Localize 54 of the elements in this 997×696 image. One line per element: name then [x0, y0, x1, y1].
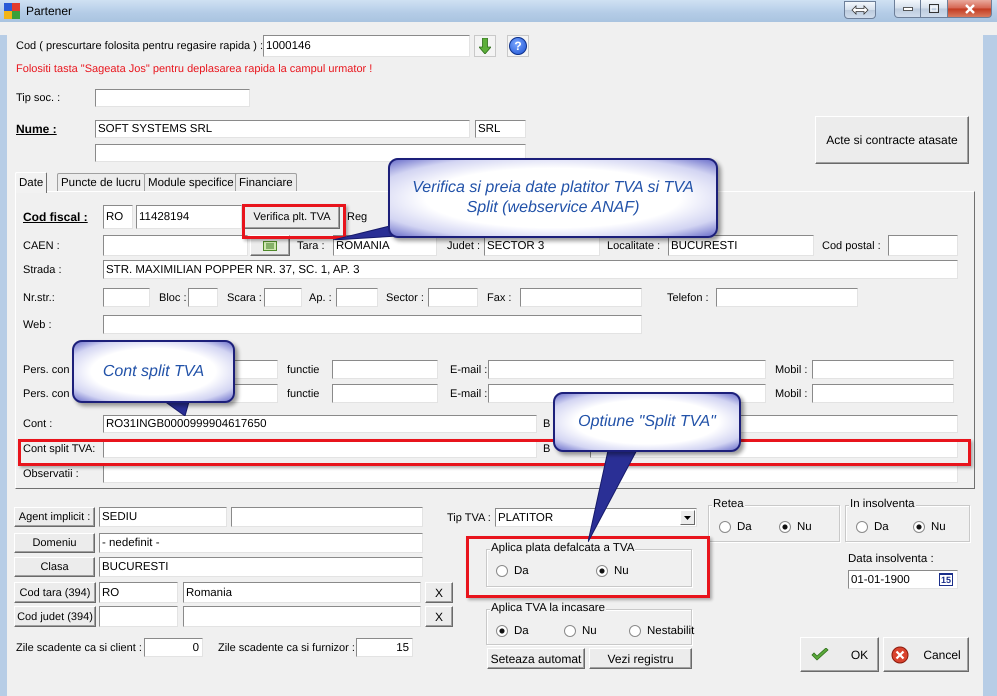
field-label: B	[543, 443, 550, 455]
field-label: E-mail :	[450, 388, 488, 400]
field-label: Pers. con	[23, 364, 70, 376]
field-label: Judet :	[447, 240, 480, 252]
field-label: Web :	[23, 318, 52, 330]
field-label: functie	[287, 364, 320, 376]
field-label: CAEN :	[23, 240, 60, 252]
field-label: Cont split TVA:	[23, 443, 96, 455]
field-label: B	[543, 418, 550, 430]
field-label: E-mail :	[450, 364, 488, 376]
radio-label: Nu	[614, 565, 629, 577]
field-label: Mobil :	[775, 388, 808, 400]
field-label: Cod ( prescurtare folosita pentru regasire rapida ) :	[16, 40, 264, 52]
field-label: Zile scadente ca si furnizor :	[218, 642, 355, 654]
field-label: Data insolventa :	[848, 553, 934, 565]
field-label: Scara :	[227, 292, 262, 304]
field-label: Bloc :	[159, 292, 187, 304]
field-label: Telefon :	[667, 292, 709, 304]
group-title: Aplica plata defalcata a TVA	[490, 542, 636, 554]
radio-label: Da	[514, 565, 529, 577]
callout-tooltip: Cont split TVA	[72, 340, 235, 403]
group-title: Retea	[712, 498, 745, 510]
group-title: Aplica TVA la incasare	[490, 602, 606, 614]
hint-text: Folositi tasta "Sageata Jos" pentru deplasarea rapida la campul urmator !	[16, 63, 372, 75]
radio-label: Nestabilit	[647, 625, 694, 637]
callout-tooltip: Verifica si preia date platitor TVA si TVA Split (webservice ANAF)	[388, 158, 718, 238]
field-label: Nr.str.:	[23, 292, 55, 304]
radio-label: Da	[737, 521, 752, 533]
radio-label: Nu	[582, 625, 597, 637]
field-label: Tara :	[297, 240, 325, 252]
field-label: Cod fiscal :	[23, 210, 88, 224]
radio-label: Nu	[931, 521, 946, 533]
field-label: Localitate :	[607, 240, 660, 252]
field-label: Tip TVA :	[447, 512, 491, 524]
field-label: Pers. con	[23, 388, 70, 400]
field-label: Observatii :	[23, 468, 79, 480]
field-label: Sector :	[386, 292, 424, 304]
field-label: Cod postal :	[822, 240, 881, 252]
field-label: Mobil :	[775, 364, 808, 376]
callout-tooltip: Optiune "Split TVA"	[553, 392, 741, 452]
group-title: In insolventa	[849, 498, 916, 510]
radio-label: Nu	[797, 521, 812, 533]
field-label: functie	[287, 388, 320, 400]
field-label: Tip soc. :	[16, 92, 60, 104]
field-label: Zile scadente ca si client :	[16, 642, 142, 654]
field-label: Fax :	[487, 292, 512, 304]
field-label: Nume :	[16, 122, 57, 136]
radio-label: Da	[514, 625, 529, 637]
radio-label: Da	[874, 521, 889, 533]
window-title: Partener	[26, 4, 72, 18]
field-label: Reg	[347, 211, 368, 223]
field-label: Ap. :	[309, 292, 332, 304]
field-label: Cont :	[23, 418, 52, 430]
field-label: Strada :	[23, 264, 62, 276]
